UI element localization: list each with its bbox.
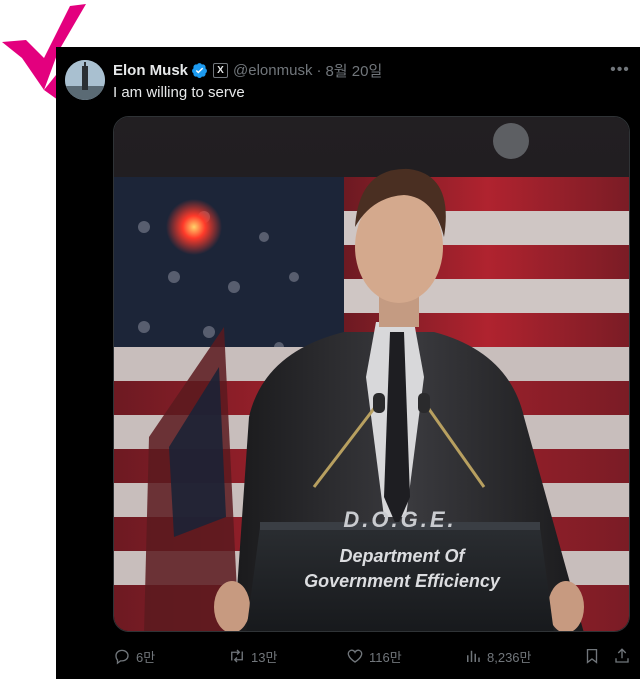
podium-letters: D.O.G.E. xyxy=(343,507,456,532)
repost-count: 13만 xyxy=(251,649,278,665)
tweet-image[interactable]: D.O.G.E. Department Of Government Effici… xyxy=(113,116,630,632)
action-bar: 6만 13만 116만 8,236만 xyxy=(113,645,630,667)
bookmark-icon xyxy=(586,648,598,664)
repost-button[interactable]: 13만 xyxy=(228,645,277,667)
like-button[interactable]: 116만 xyxy=(346,645,402,667)
tweet-card[interactable]: Elon Musk X @elonmusk · 8월 20일 ••• I am … xyxy=(56,47,640,679)
avatar[interactable] xyxy=(65,60,105,100)
reply-count: 6만 xyxy=(136,649,156,665)
tweet-date[interactable]: 8월 20일 xyxy=(325,60,382,81)
tweet-header: Elon Musk X @elonmusk · 8월 20일 xyxy=(113,60,382,80)
podium-line1: Department Of xyxy=(339,546,466,566)
bookmark-button[interactable] xyxy=(583,645,606,667)
tweet-text: I am willing to serve xyxy=(113,84,245,101)
views-chart-icon xyxy=(467,650,480,662)
author-handle[interactable]: @elonmusk xyxy=(233,62,312,79)
heart-icon xyxy=(347,649,363,663)
reply-icon xyxy=(115,649,129,665)
author-name[interactable]: Elon Musk xyxy=(113,62,188,79)
views-button[interactable]: 8,236만 xyxy=(464,645,532,667)
reply-button[interactable]: 6만 xyxy=(113,645,155,667)
verified-badge-icon xyxy=(192,62,207,78)
header-separator: · xyxy=(316,61,322,79)
more-icon[interactable]: ••• xyxy=(610,60,630,80)
share-button[interactable] xyxy=(613,645,636,667)
x-affiliate-badge[interactable]: X xyxy=(213,62,229,78)
share-icon xyxy=(615,648,629,663)
repost-icon xyxy=(231,649,243,663)
podium-line2: Government Efficiency xyxy=(304,571,501,591)
views-count: 8,236만 xyxy=(487,649,532,665)
like-count: 116만 xyxy=(369,649,402,665)
